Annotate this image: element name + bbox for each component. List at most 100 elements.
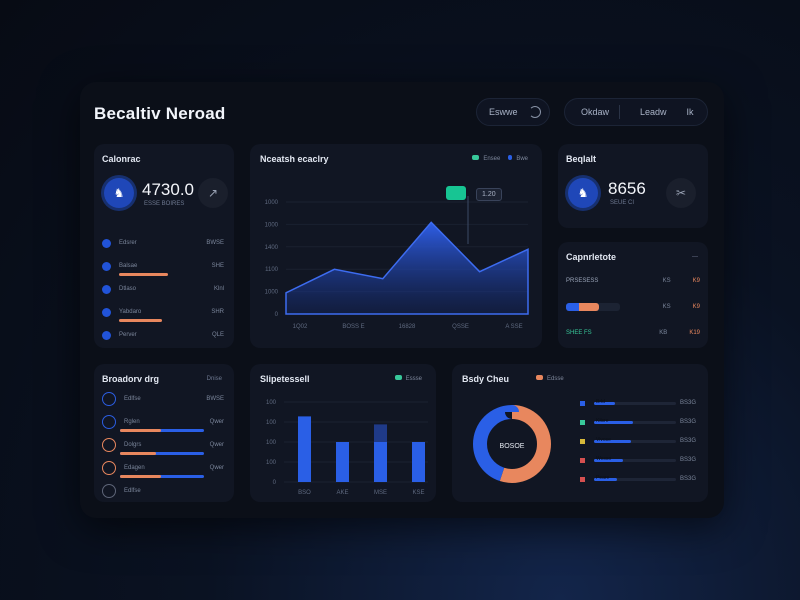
tooltip-value: 1.20 (476, 188, 502, 201)
item-value: Qwer (209, 442, 224, 448)
list-item[interactable]: PRSESESS KS K9 (566, 274, 700, 288)
list-item[interactable]: SHEE FS KB K19 (566, 326, 700, 340)
y-tick-label: 1000 (265, 290, 279, 296)
item-value-a: KB (659, 330, 668, 336)
divider (619, 105, 621, 119)
area-chart: 0 1000 1100 1400 1000 1000 1Q02 BOSS E 16828 QSS… (265, 196, 529, 330)
kpi-subtitle: SEUE CI (610, 200, 635, 206)
item-value: Klnl (213, 286, 224, 292)
item-label: Brld (596, 399, 605, 405)
header-action-2[interactable]: Leadw (640, 107, 667, 117)
scissors-icon[interactable]: ✂ (666, 178, 696, 208)
item-value: BS3G (680, 476, 697, 482)
legend-swatch (580, 439, 585, 444)
x-tick-label: BOSS E (342, 324, 364, 330)
item-label: Peare (596, 475, 610, 481)
item-value: BS3G (680, 438, 697, 444)
donut-center-label: BOSOE (500, 443, 525, 450)
list-item[interactable]: KS K9 (566, 300, 700, 314)
item-value-a: KS (662, 278, 671, 284)
legend-swatch (580, 420, 585, 425)
refresh-button[interactable]: Eswwe (476, 98, 550, 126)
list-item[interactable]: Edsrer BWSE (102, 236, 224, 250)
status-ring-icon (102, 415, 116, 429)
bar[interactable] (412, 442, 425, 482)
x-tick-label: MSE (374, 490, 387, 496)
item-value: SHR (211, 309, 224, 315)
item-label: Dtlaso (119, 286, 137, 292)
item-label: Edlfse (124, 488, 141, 494)
item-label: Balsae (119, 263, 138, 269)
item-label: Kilsre (596, 418, 609, 424)
bullet-icon (102, 330, 111, 340)
legend-swatch (580, 458, 585, 463)
x-tick-label: QSSE (452, 324, 469, 330)
refresh-label: Eswwe (489, 107, 518, 117)
x-tick-label: KSE (412, 490, 424, 496)
item-label: Wesso (596, 456, 612, 462)
user-avatar: ♞ (104, 178, 134, 208)
item-label: Edsrer (119, 240, 137, 246)
item-label: Vivose (596, 437, 611, 443)
progress-fill (120, 475, 161, 478)
page-title: Becaltiv Neroad (94, 104, 226, 123)
card-capnrletote: Capnrletote — PRSESESS KS K9 KS K9 SHEE FS KB K… (558, 242, 708, 348)
y-tick-label: 100 (266, 400, 277, 406)
item-value: BS3G (680, 457, 697, 463)
card-broadorv: Broadorv drg Dnise Edlfse BWSE Rglen Qwer Do… (94, 364, 234, 502)
kpi-subtitle: ESSE BOIRES (144, 201, 185, 207)
user-avatar: ♞ (568, 178, 598, 208)
list-item[interactable]: Edagen Qwer (102, 461, 224, 475)
kpi-value: 8656 (608, 179, 646, 198)
list-item[interactable]: Rglen Qwer (102, 415, 224, 429)
list-item[interactable]: Balsae SHE (102, 259, 224, 273)
bar[interactable] (374, 442, 387, 482)
header-action-3[interactable]: Ik (687, 107, 694, 117)
item-value: BWSE (206, 396, 224, 402)
status-ring-icon (102, 461, 116, 475)
card-beqlalt: Beqlalt ♞ 8656 SEUE CI ✂ (558, 144, 708, 228)
x-tick-label: BSO (298, 490, 311, 496)
card-title: Broadorv drg (102, 374, 160, 384)
x-tick-label: A SSE (505, 324, 522, 330)
progress-bar (119, 319, 163, 322)
x-tick-label: AKE (336, 490, 348, 496)
item-label: Perver (119, 332, 137, 338)
item-label: Rglen (124, 419, 140, 425)
y-tick-label: 0 (275, 312, 279, 318)
card-title: Calonrac (102, 154, 141, 164)
item-value: BS3G (680, 400, 697, 406)
progress-fill (566, 303, 600, 311)
y-tick-label: 1400 (265, 245, 279, 251)
card-calonrac: Calonrac ♞ 4730.0 ESSE BOIRES ↗ Edsrer BW… (94, 144, 234, 348)
card-title: Beqlalt (566, 154, 597, 164)
y-tick-label: 100 (266, 420, 277, 426)
card-area-chart: Nceatsh ecaclry Ensee Bwe 0 1000 1100 1400 1… (250, 144, 542, 348)
item-value: QLE (211, 332, 224, 338)
item-value-a: KS (662, 304, 671, 310)
list-item[interactable]: Edlfse (102, 484, 224, 498)
bar[interactable] (336, 442, 349, 482)
bar-chart: 100 100 100 100 0 BSO AKE MSE KSE (266, 400, 428, 496)
y-tick-label: 100 (266, 440, 277, 446)
arrow-icon[interactable]: ↗ (198, 178, 228, 208)
bullet-icon (102, 261, 111, 271)
list-item[interactable]: Yabdaro SHR (102, 305, 224, 319)
area-series (285, 221, 529, 315)
list-item[interactable]: Perver QLE (102, 328, 224, 342)
header-actions[interactable]: Okdaw Leadw Ik (564, 98, 708, 126)
item-value: Qwer (209, 419, 224, 425)
item-label: Edagen (124, 465, 145, 471)
item-value: BWSE (206, 240, 224, 246)
legend-swatch (580, 477, 585, 482)
header-action-1[interactable]: Okdaw (581, 107, 609, 117)
card-meta: — (692, 254, 698, 260)
tooltip-swatch (446, 186, 466, 200)
item-value-b: K9 (692, 304, 700, 310)
bar[interactable] (298, 416, 311, 482)
item-value-b: K19 (689, 330, 700, 336)
list-item[interactable]: Dolgrs Qwer (102, 438, 224, 452)
list-item[interactable]: Dtlaso Klnl (102, 282, 224, 296)
progress-track (566, 303, 620, 311)
list-item[interactable]: Edlfse BWSE (102, 392, 224, 406)
